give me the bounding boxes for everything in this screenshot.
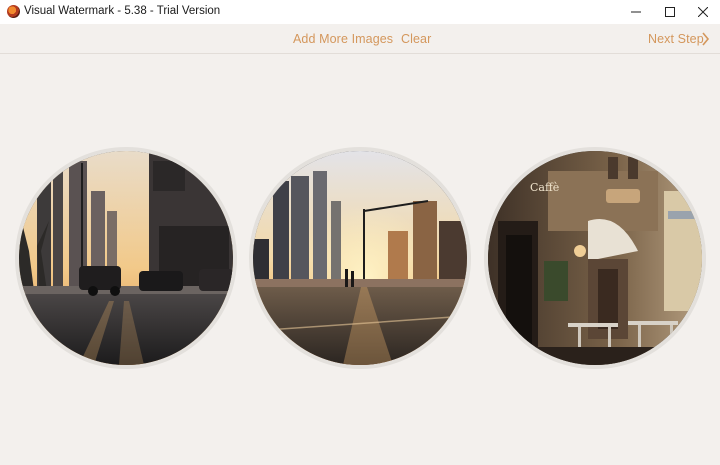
- image-thumbnail-2[interactable]: [249, 147, 471, 369]
- minimize-button[interactable]: [619, 0, 653, 24]
- maximize-icon: [665, 7, 675, 17]
- close-icon: [698, 7, 708, 17]
- minimize-icon: [631, 11, 641, 13]
- clear-button[interactable]: Clear: [401, 32, 431, 46]
- window-title: Visual Watermark - 5.38 - Trial Version: [24, 5, 221, 17]
- close-button[interactable]: [686, 0, 720, 24]
- city-skyline-sunrise-photo: [253, 151, 467, 365]
- city-street-sunset-photo: [19, 151, 233, 365]
- image-thumbnail-1[interactable]: [15, 147, 237, 369]
- restaurant-street-photo: Caffè: [488, 151, 702, 365]
- next-step-button[interactable]: Next Step: [648, 32, 704, 46]
- chevron-right-icon[interactable]: [701, 32, 710, 46]
- title-bar: Visual Watermark - 5.38 - Trial Version: [0, 0, 720, 24]
- maximize-button[interactable]: [653, 0, 687, 24]
- image-thumbnail-3[interactable]: Caffè: [484, 147, 706, 369]
- app-logo-icon: [7, 5, 20, 18]
- toolbar: Add More Images Clear Next Step: [0, 24, 720, 54]
- add-more-images-button[interactable]: Add More Images: [293, 32, 393, 46]
- sign-text-graphic: Caffè: [530, 181, 559, 194]
